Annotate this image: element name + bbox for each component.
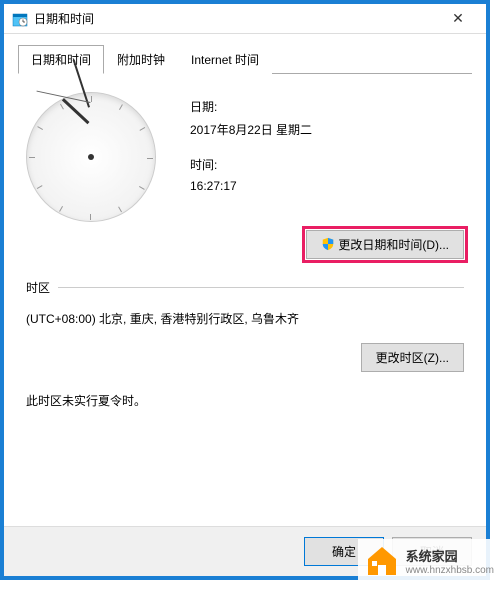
change-datetime-label: 更改日期和时间(D)... bbox=[338, 238, 449, 252]
watermark-name: 系统家园 bbox=[406, 546, 494, 565]
tab-additional-clocks[interactable]: 附加时钟 bbox=[104, 45, 178, 74]
change-timezone-row: 更改时区(Z)... bbox=[26, 343, 464, 372]
clock-container bbox=[26, 92, 166, 222]
section-divider bbox=[58, 287, 464, 288]
close-icon: ✕ bbox=[452, 10, 464, 27]
time-value: 16:27:17 bbox=[190, 179, 464, 193]
watermark-text-wrap: 系统家园 www.hnzxhbsb.com bbox=[406, 546, 494, 576]
watermark: 系统家园 www.hnzxhbsb.com bbox=[358, 539, 500, 583]
change-timezone-button[interactable]: 更改时区(Z)... bbox=[361, 343, 464, 372]
close-button[interactable]: ✕ bbox=[438, 5, 478, 33]
datetime-app-icon bbox=[12, 11, 28, 27]
watermark-url: www.hnzxhbsb.com bbox=[406, 565, 494, 576]
clock-center bbox=[88, 154, 94, 160]
analog-clock bbox=[26, 92, 156, 222]
tab-internet-time[interactable]: Internet 时间 bbox=[178, 45, 272, 74]
timezone-section-header: 时区 bbox=[26, 279, 464, 296]
window-title: 日期和时间 bbox=[34, 10, 438, 27]
window-frame: 日期和时间 ✕ 日期和时间 附加时钟 Internet 时间 bbox=[0, 0, 490, 580]
date-label: 日期: bbox=[190, 98, 464, 115]
timezone-value: (UTC+08:00) 北京, 重庆, 香港特别行政区, 乌鲁木齐 bbox=[26, 310, 464, 327]
change-timezone-label: 更改时区(Z)... bbox=[376, 351, 449, 365]
date-value: 2017年8月22日 星期二 bbox=[190, 121, 464, 138]
watermark-house-icon bbox=[364, 543, 400, 579]
titlebar: 日期和时间 ✕ bbox=[4, 4, 486, 34]
datetime-row: 日期: 2017年8月22日 星期二 时间: 16:27:17 bbox=[26, 92, 464, 222]
datetime-info: 日期: 2017年8月22日 星期二 时间: 16:27:17 bbox=[190, 92, 464, 222]
change-datetime-row: 更改日期和时间(D)... bbox=[26, 230, 464, 259]
tab-datetime[interactable]: 日期和时间 bbox=[18, 45, 104, 74]
tab-panel-datetime: 日期: 2017年8月22日 星期二 时间: 16:27:17 更改日期和时间(… bbox=[18, 74, 472, 449]
change-datetime-button[interactable]: 更改日期和时间(D)... bbox=[306, 230, 464, 259]
dst-note: 此时区未实行夏令时。 bbox=[26, 392, 464, 409]
timezone-section-title: 时区 bbox=[26, 279, 58, 296]
content-area: 日期和时间 附加时钟 Internet 时间 bbox=[4, 34, 486, 459]
uac-shield-icon bbox=[321, 237, 335, 251]
time-label: 时间: bbox=[190, 156, 464, 173]
tab-strip: 日期和时间 附加时钟 Internet 时间 bbox=[18, 44, 472, 74]
